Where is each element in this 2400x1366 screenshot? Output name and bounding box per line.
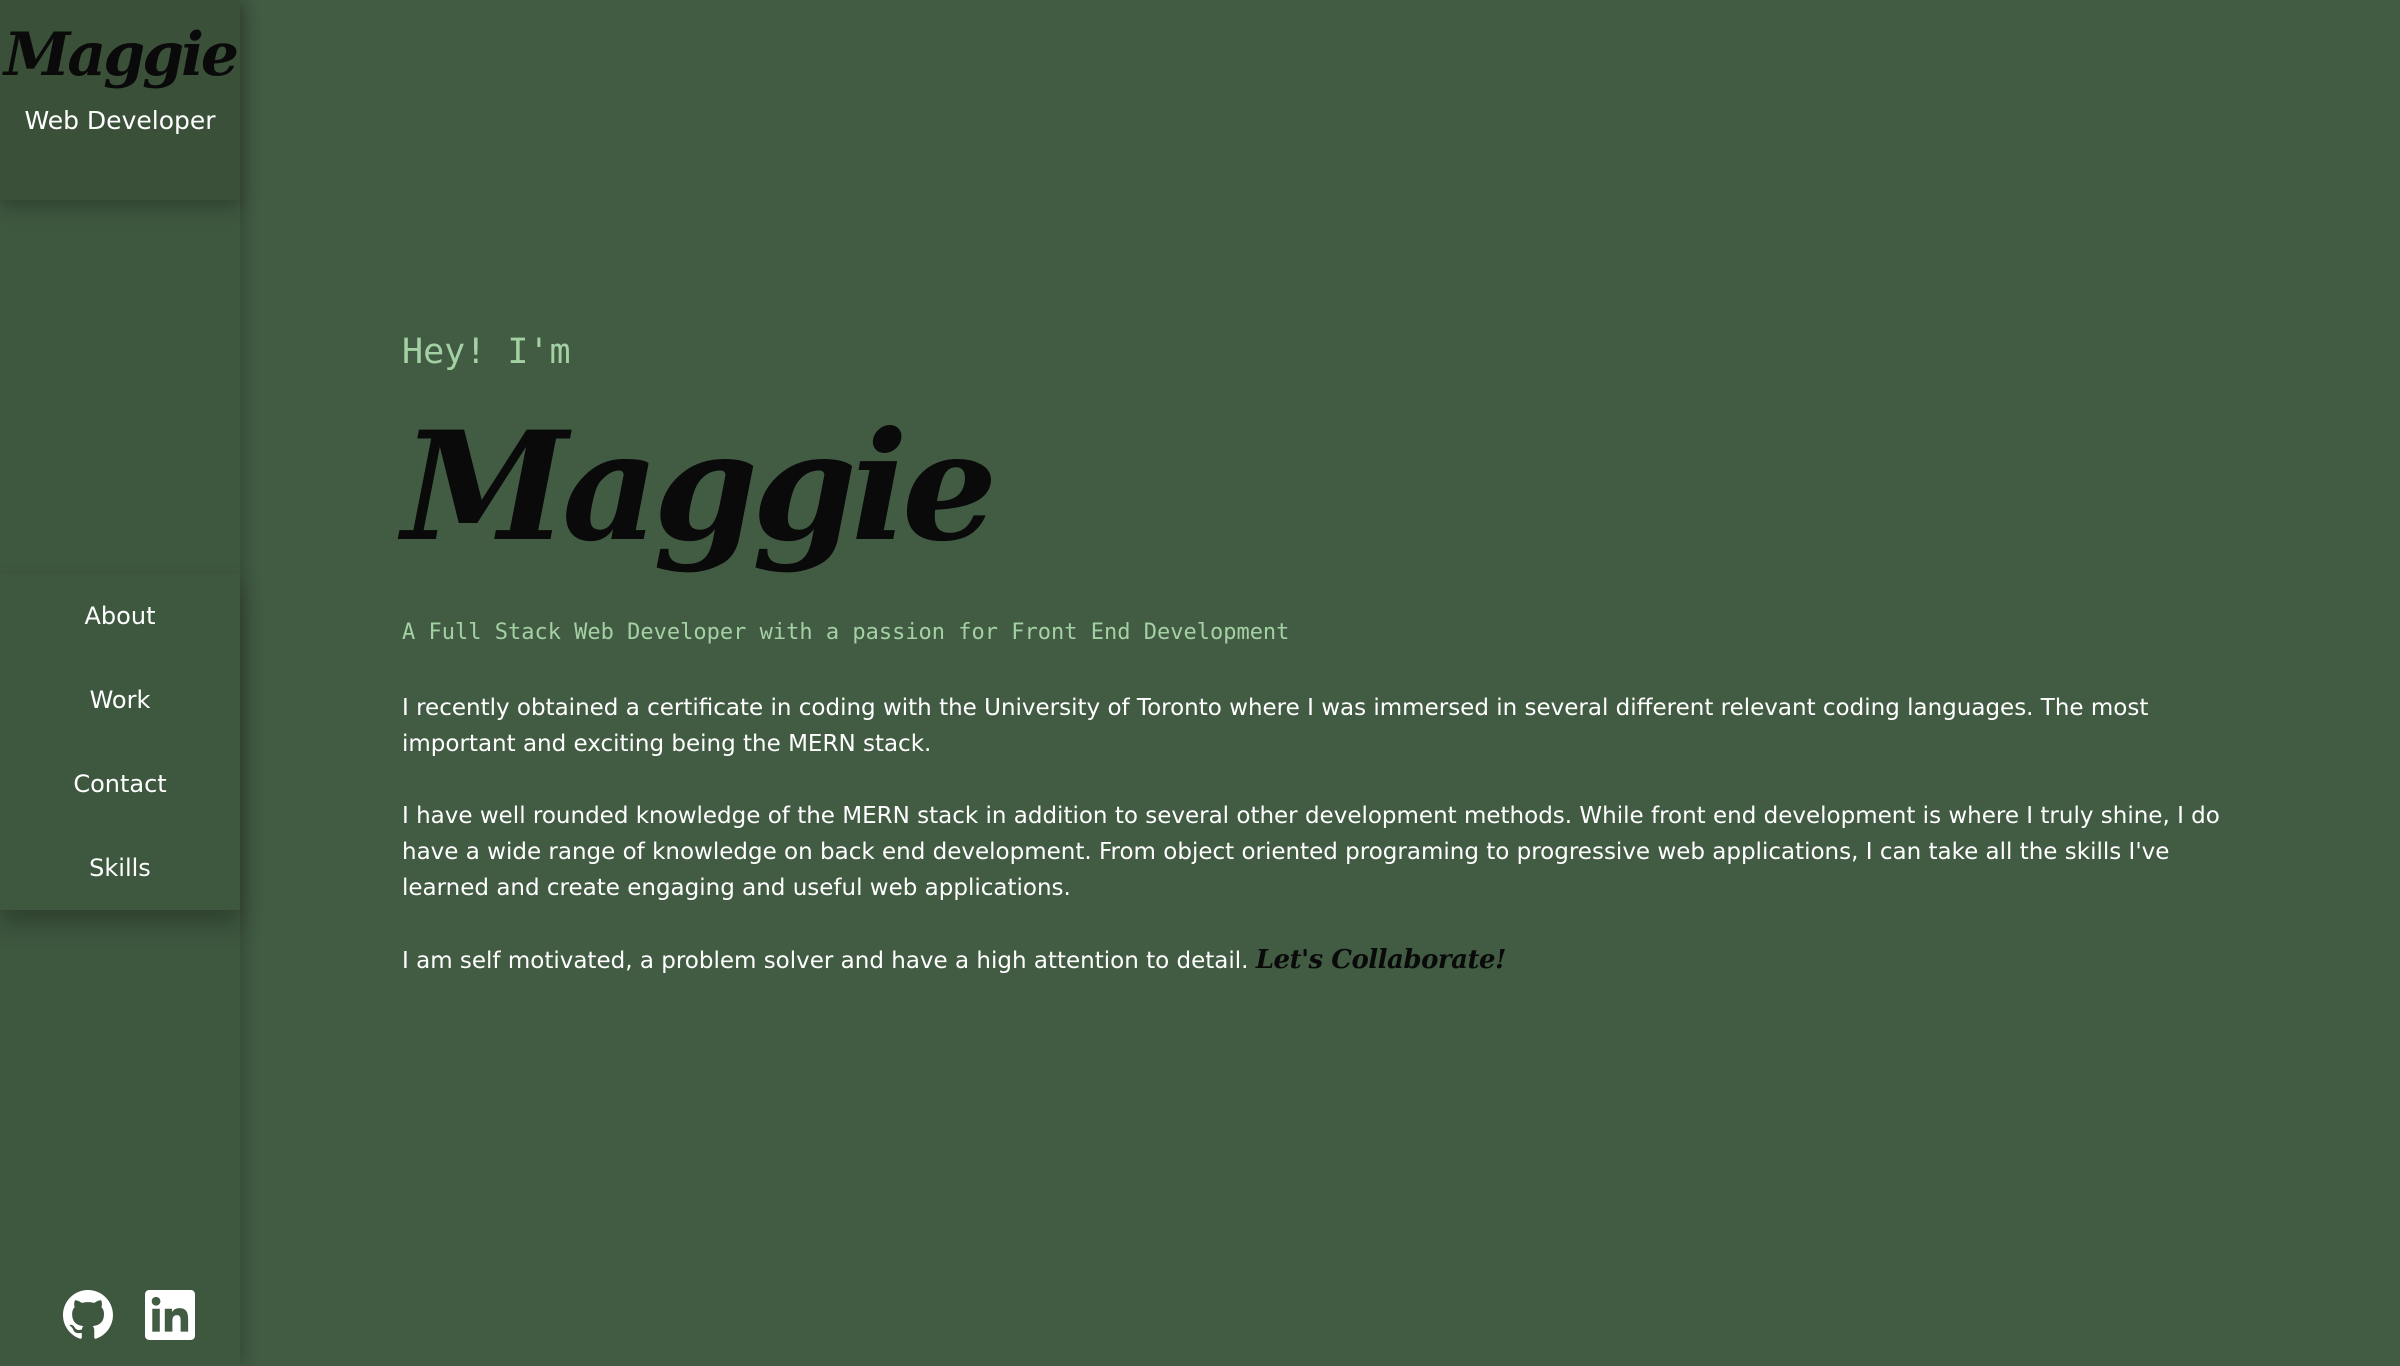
about-paragraph-3: I am self motivated, a problem solver an… — [402, 942, 2262, 979]
nav-skills[interactable]: Skills — [0, 826, 240, 910]
nav-contact[interactable]: Contact — [0, 742, 240, 826]
hero-name: Maggie — [402, 399, 997, 575]
sidebar: Maggie Web Developer About Work Contact … — [0, 0, 240, 1366]
about-paragraph-3-text: I am self motivated, a problem solver an… — [402, 948, 1249, 974]
linkedin-link[interactable] — [145, 1290, 195, 1340]
brand-subtitle: Web Developer — [24, 106, 216, 135]
about-paragraph-1: I recently obtained a certificate in cod… — [402, 695, 2149, 757]
main-nav: About Work Contact Skills — [0, 574, 240, 910]
github-link[interactable] — [63, 1290, 113, 1340]
brand-logo[interactable]: Maggie — [0, 20, 240, 90]
greeting: Hey! I'm — [402, 332, 571, 372]
brand-header: Maggie Web Developer — [0, 0, 240, 200]
linkedin-icon — [145, 1290, 195, 1340]
nav-work[interactable]: Work — [0, 658, 240, 742]
nav-about[interactable]: About — [0, 574, 240, 658]
collaborate-link[interactable]: Let's Collaborate! — [1256, 945, 1507, 975]
github-icon — [63, 1290, 113, 1339]
tagline: A Full Stack Web Developer with a passio… — [402, 620, 1290, 645]
about-paragraph-2: I have well rounded knowledge of the MER… — [402, 803, 2220, 901]
